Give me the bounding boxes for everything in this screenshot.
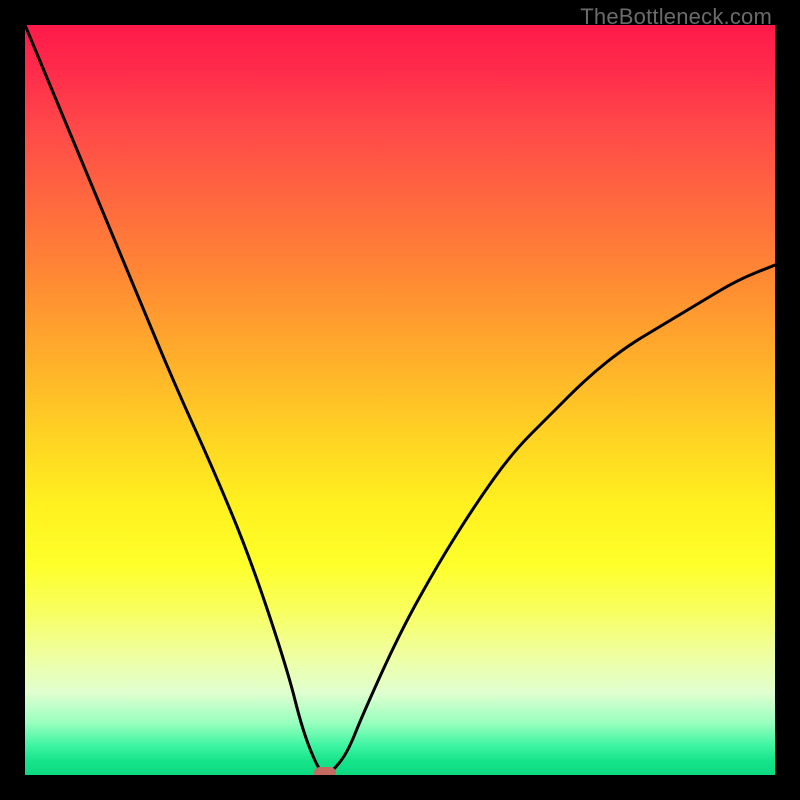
bottleneck-curve — [25, 25, 775, 774]
trough-marker-icon — [314, 767, 336, 775]
chart-frame: TheBottleneck.com — [0, 0, 800, 800]
plot-area — [25, 25, 775, 775]
curve-svg — [25, 25, 775, 775]
